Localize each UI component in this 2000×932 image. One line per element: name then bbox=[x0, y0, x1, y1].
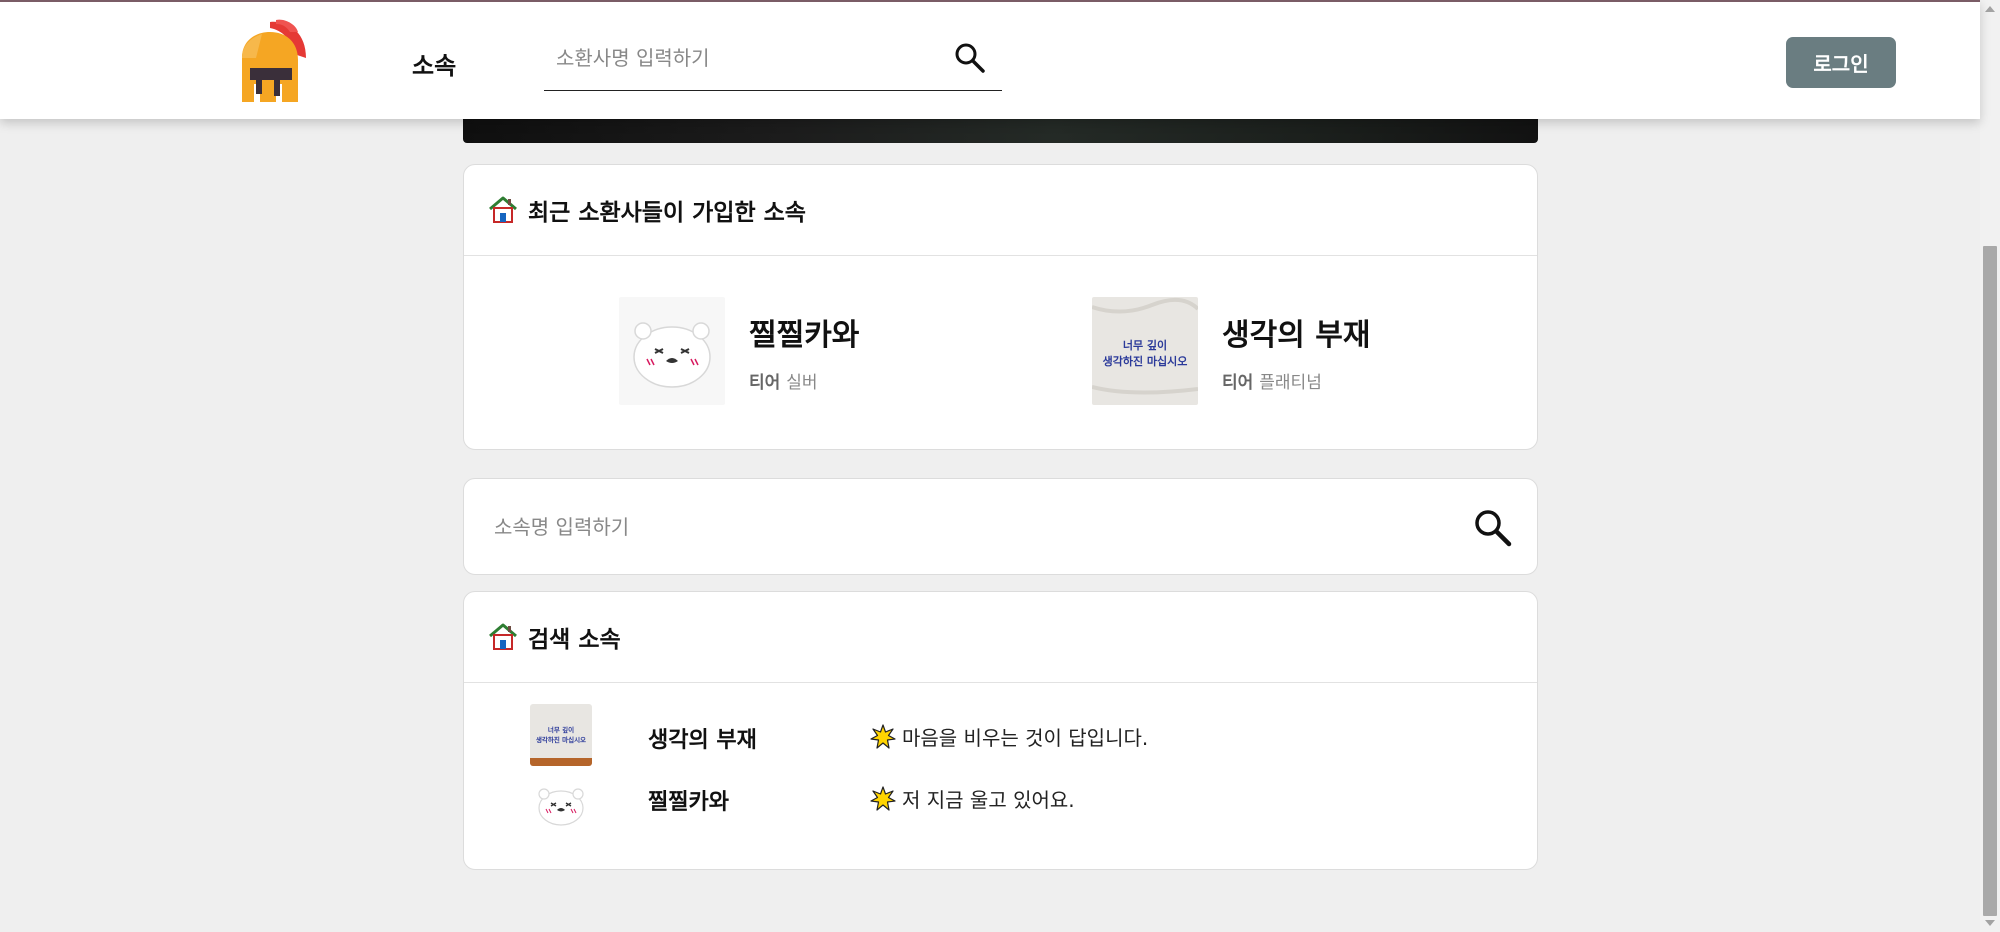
thumb-text: 너무 깊이 bbox=[1123, 338, 1167, 352]
scroll-down-arrow-icon[interactable] bbox=[1985, 920, 1995, 926]
club-motto: 저 지금 울고 있어요. bbox=[870, 784, 1075, 813]
search-results-title: 검색 소속 bbox=[528, 627, 621, 653]
club-motto-text: 마음을 비우는 것이 답입니다. bbox=[902, 726, 1149, 750]
club-name[interactable]: 찔찔카와 bbox=[749, 310, 859, 354]
thumb-text: 너무 깊이 bbox=[548, 725, 574, 734]
club-avatar: 너무 깊이 생각하진 마십시오 bbox=[530, 704, 592, 766]
club-avatar: 너무 깊이 생각하진 마십시오 bbox=[1092, 297, 1198, 405]
recent-clubs-card: 최근 소환사들이 가입한 소속 찔찔카와 티어 실버 너무 깊이 생각하진 마십… bbox=[463, 164, 1538, 450]
login-button[interactable]: 로그인 bbox=[1786, 37, 1896, 88]
club-avatar bbox=[619, 297, 725, 405]
tier-label: 티어 bbox=[749, 372, 781, 393]
summoner-search-input[interactable] bbox=[556, 38, 956, 78]
search-results-header: 검색 소속 bbox=[464, 592, 1537, 683]
tier-label: 티어 bbox=[1222, 372, 1254, 393]
search-icon[interactable] bbox=[954, 42, 986, 74]
search-icon[interactable] bbox=[1473, 508, 1513, 548]
thumb-text: 생각하진 마십시오 bbox=[536, 735, 586, 744]
scroll-up-arrow-icon[interactable] bbox=[1985, 6, 1995, 12]
recent-club-item[interactable]: 너무 깊이 생각하진 마십시오 생각의 부재 티어 플래티넘 bbox=[1092, 297, 1370, 405]
recent-clubs-title: 최근 소환사들이 가입한 소속 bbox=[528, 200, 806, 226]
page-scrollbar[interactable] bbox=[1980, 0, 2000, 932]
club-name[interactable]: 찔찔카와 bbox=[648, 784, 729, 816]
tier-value: 플래티넘 bbox=[1259, 372, 1322, 393]
club-search-input[interactable] bbox=[494, 507, 1394, 547]
club-avatar bbox=[530, 772, 592, 834]
table-row[interactable]: 너무 깊이 생각하진 마십시오 생각의 부재 마음을 비우는 것이 답입니다. bbox=[464, 704, 1537, 770]
search-results-card: 검색 소속 너무 깊이 생각하진 마십시오 생각의 부재 마음을 비우는 것이 … bbox=[463, 591, 1538, 870]
house-icon bbox=[488, 195, 518, 225]
nav-club-link[interactable]: 소속 bbox=[412, 46, 456, 81]
club-name[interactable]: 생각의 부재 bbox=[648, 722, 757, 754]
recent-club-item[interactable]: 찔찔카와 티어 실버 bbox=[619, 297, 859, 405]
sparkle-icon bbox=[870, 785, 896, 812]
thumb-text: 생각하진 마십시오 bbox=[1103, 354, 1188, 368]
top-navigation-bar: 소속 로그인 bbox=[0, 0, 1980, 119]
sparkle-icon bbox=[870, 723, 896, 750]
club-name[interactable]: 생각의 부재 bbox=[1222, 310, 1370, 354]
tier-value: 실버 bbox=[786, 372, 818, 393]
club-motto: 마음을 비우는 것이 답입니다. bbox=[870, 722, 1148, 751]
summoner-search-bar bbox=[544, 38, 1002, 91]
house-icon bbox=[488, 622, 518, 652]
club-search-card bbox=[463, 478, 1538, 575]
club-tier: 티어 실버 bbox=[749, 368, 859, 393]
scroll-thumb[interactable] bbox=[1983, 246, 1997, 916]
club-tier: 티어 플래티넘 bbox=[1222, 368, 1370, 393]
club-motto-text: 저 지금 울고 있어요. bbox=[902, 788, 1075, 812]
recent-clubs-header: 최근 소환사들이 가입한 소속 bbox=[464, 165, 1537, 256]
spartan-helmet-icon[interactable] bbox=[236, 18, 308, 108]
table-row[interactable]: 찔찔카와 저 지금 울고 있어요. bbox=[464, 772, 1537, 838]
